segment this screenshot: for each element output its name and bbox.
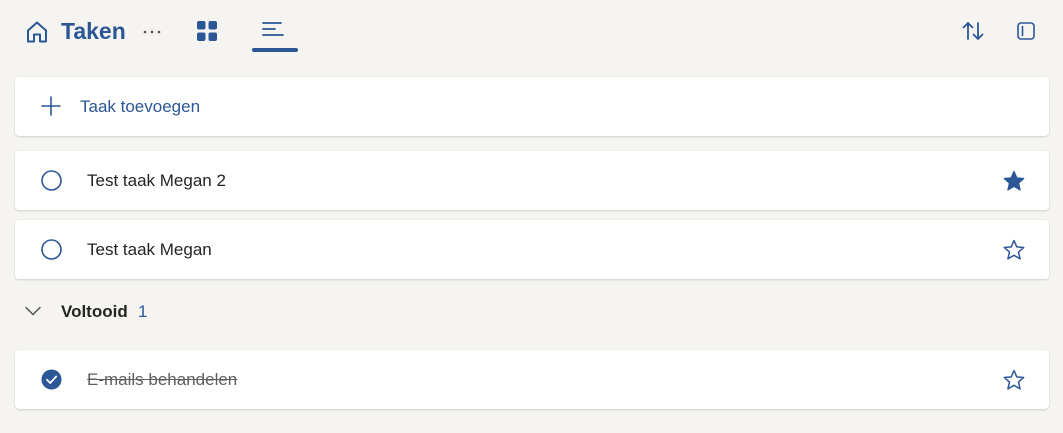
task-item[interactable]: Test taak Megan 2 xyxy=(15,151,1049,210)
task-title: E-mails behandelen xyxy=(87,370,238,389)
details-pane-icon[interactable] xyxy=(1014,19,1038,43)
completed-count: 1 xyxy=(138,302,148,321)
star-filled-icon[interactable] xyxy=(1002,169,1026,193)
toolbar: Taken xyxy=(0,0,1063,62)
sort-icon[interactable] xyxy=(960,18,986,44)
tab-list-view[interactable] xyxy=(252,14,298,52)
task-title: Test taak Megan xyxy=(87,240,212,259)
chevron-down-icon xyxy=(25,306,41,316)
circle-checkbox-icon[interactable] xyxy=(40,169,63,192)
grid-view-icon[interactable] xyxy=(195,19,219,43)
home-icon[interactable] xyxy=(24,19,50,45)
star-outline-icon[interactable] xyxy=(1002,238,1026,262)
star-outline-icon[interactable] xyxy=(1002,368,1026,392)
list-view-icon xyxy=(262,22,284,36)
checked-circle-icon[interactable] xyxy=(40,368,63,391)
plus-icon xyxy=(41,96,61,116)
add-task-label: Taak toevoegen xyxy=(80,97,201,116)
active-tab-indicator xyxy=(252,48,298,52)
page-title: Taken xyxy=(61,18,126,44)
circle-checkbox-icon[interactable] xyxy=(40,238,63,261)
task-title: Test taak Megan 2 xyxy=(87,171,226,190)
completed-section-toggle[interactable]: Voltooid 1 xyxy=(0,293,400,329)
add-task-button[interactable]: Taak toevoegen xyxy=(15,77,1049,136)
task-item-completed[interactable]: E-mails behandelen xyxy=(15,350,1049,409)
more-icon[interactable] xyxy=(140,20,164,44)
task-item[interactable]: Test taak Megan xyxy=(15,220,1049,279)
completed-section-label: Voltooid xyxy=(61,302,128,321)
